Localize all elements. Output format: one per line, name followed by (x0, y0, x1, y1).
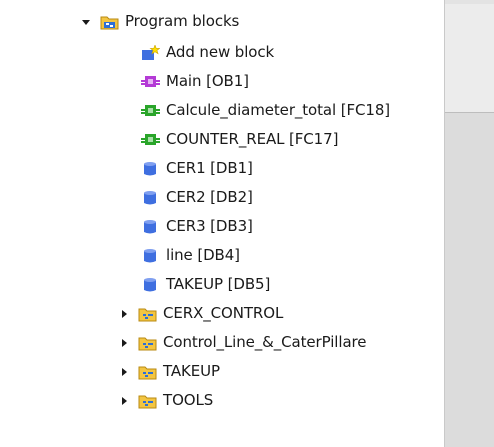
add-new-block-icon (141, 44, 160, 61)
vertical-scrollbar[interactable] (445, 0, 494, 447)
function-block-icon (141, 103, 160, 119)
group-folder-icon (138, 364, 157, 380)
group-folder-icon (138, 335, 157, 351)
tree-item-cer3-db3[interactable]: CER3 [DB3] (0, 212, 444, 241)
tree-item-add-new-block[interactable]: Add new block (0, 38, 444, 67)
group-folder-icon (138, 306, 157, 322)
expand-arrow-icon[interactable] (80, 16, 92, 28)
scrollbar-thumb[interactable] (445, 0, 494, 113)
tree-item-label: Program blocks (125, 12, 240, 30)
tree-item-label: CER1 [DB1] (166, 159, 253, 177)
tree-item-label: Calcule_diameter_total [FC18] (166, 101, 391, 119)
group-folder-icon (138, 393, 157, 409)
data-block-icon (141, 248, 160, 264)
organization-block-icon (141, 74, 160, 90)
tree-group-label: Control_Line_&_CaterPillare (163, 333, 367, 351)
program-blocks-folder-icon (100, 14, 119, 30)
collapsed-arrow-icon[interactable] (118, 308, 130, 320)
tree-group-control-line-caterpillare[interactable]: Control_Line_&_CaterPillare (0, 328, 444, 357)
function-block-icon (141, 132, 160, 148)
data-block-icon (141, 190, 160, 206)
data-block-icon (141, 277, 160, 293)
collapsed-arrow-icon[interactable] (118, 366, 130, 378)
collapsed-arrow-icon[interactable] (118, 337, 130, 349)
tree-group-label: CERX_CONTROL (163, 304, 284, 322)
tree-item-cer2-db2[interactable]: CER2 [DB2] (0, 183, 444, 212)
tree-group-cerx-control[interactable]: CERX_CONTROL (0, 299, 444, 328)
scrollbar-thumb-edge (445, 0, 494, 4)
project-tree: Program blocks Add new block Main [OB1] (0, 0, 444, 447)
tree-item-label: COUNTER_REAL [FC17] (166, 130, 339, 148)
tree-item-counter-real[interactable]: COUNTER_REAL [FC17] (0, 125, 444, 154)
tree-group-takeup[interactable]: TAKEUP (0, 357, 444, 386)
tree-item-label: line [DB4] (166, 246, 240, 264)
tree-item-main-ob1[interactable]: Main [OB1] (0, 67, 444, 96)
tree-item-label: Main [OB1] (166, 72, 249, 90)
collapsed-arrow-icon[interactable] (118, 395, 130, 407)
data-block-icon (141, 161, 160, 177)
data-block-icon (141, 219, 160, 235)
tree-item-line-db4[interactable]: line [DB4] (0, 241, 444, 270)
tree-item-cer1-db1[interactable]: CER1 [DB1] (0, 154, 444, 183)
tree-item-takeup-db5[interactable]: TAKEUP [DB5] (0, 270, 444, 299)
tree-item-label: CER3 [DB3] (166, 217, 253, 235)
tree-item-program-blocks[interactable]: Program blocks (0, 7, 444, 36)
tree-item-calcule-diameter-total[interactable]: Calcule_diameter_total [FC18] (0, 96, 444, 125)
tree-group-label: TAKEUP (163, 362, 220, 380)
tree-item-label: TAKEUP [DB5] (166, 275, 271, 293)
tree-group-tools[interactable]: TOOLS (0, 386, 444, 415)
tree-item-label: Add new block (166, 43, 275, 61)
tree-group-label: TOOLS (163, 391, 214, 409)
tree-item-label: CER2 [DB2] (166, 188, 253, 206)
